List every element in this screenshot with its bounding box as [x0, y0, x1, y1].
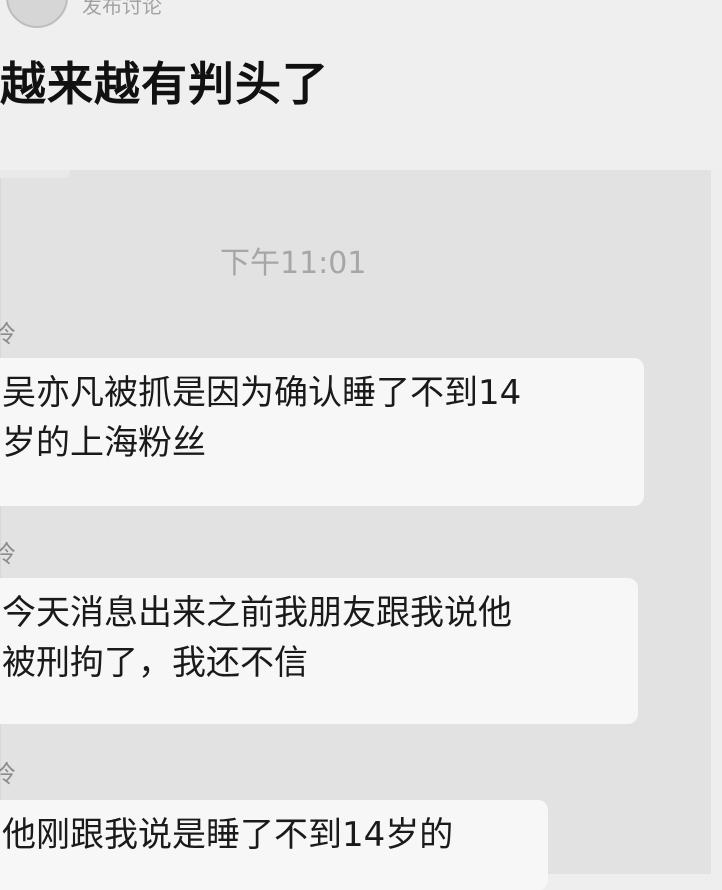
message-text: 被刑拘了，我还不信 [2, 643, 308, 683]
chat-screenshot-edge [0, 170, 70, 178]
message-sender: 冷 [0, 320, 16, 348]
message-bubble: 吴亦凡被抓是因为确认睡了不到14 岁的上海粉丝 [0, 358, 644, 506]
message-text: 岁的上海粉丝 [2, 423, 206, 463]
message-text: 今天消息出来之前我朋友跟我说他 [2, 593, 512, 633]
message-text: 吴亦凡被抓是因为确认睡了不到14 [2, 373, 522, 413]
message-bubble: 今天消息出来之前我朋友跟我说他 被刑拘了，我还不信 [0, 578, 638, 724]
message-text: 他刚跟我说是睡了不到14岁的 [2, 815, 454, 855]
message-sender: 冷 [0, 760, 16, 788]
post-meta-label: 发布讨论 [82, 0, 162, 18]
message-bubble: 他刚跟我说是睡了不到14岁的 [0, 800, 548, 890]
post-text: 越来越有判头了 [0, 57, 329, 111]
chat-timestamp: 下午11:01 [220, 246, 367, 281]
message-sender: 冷 [0, 540, 16, 568]
